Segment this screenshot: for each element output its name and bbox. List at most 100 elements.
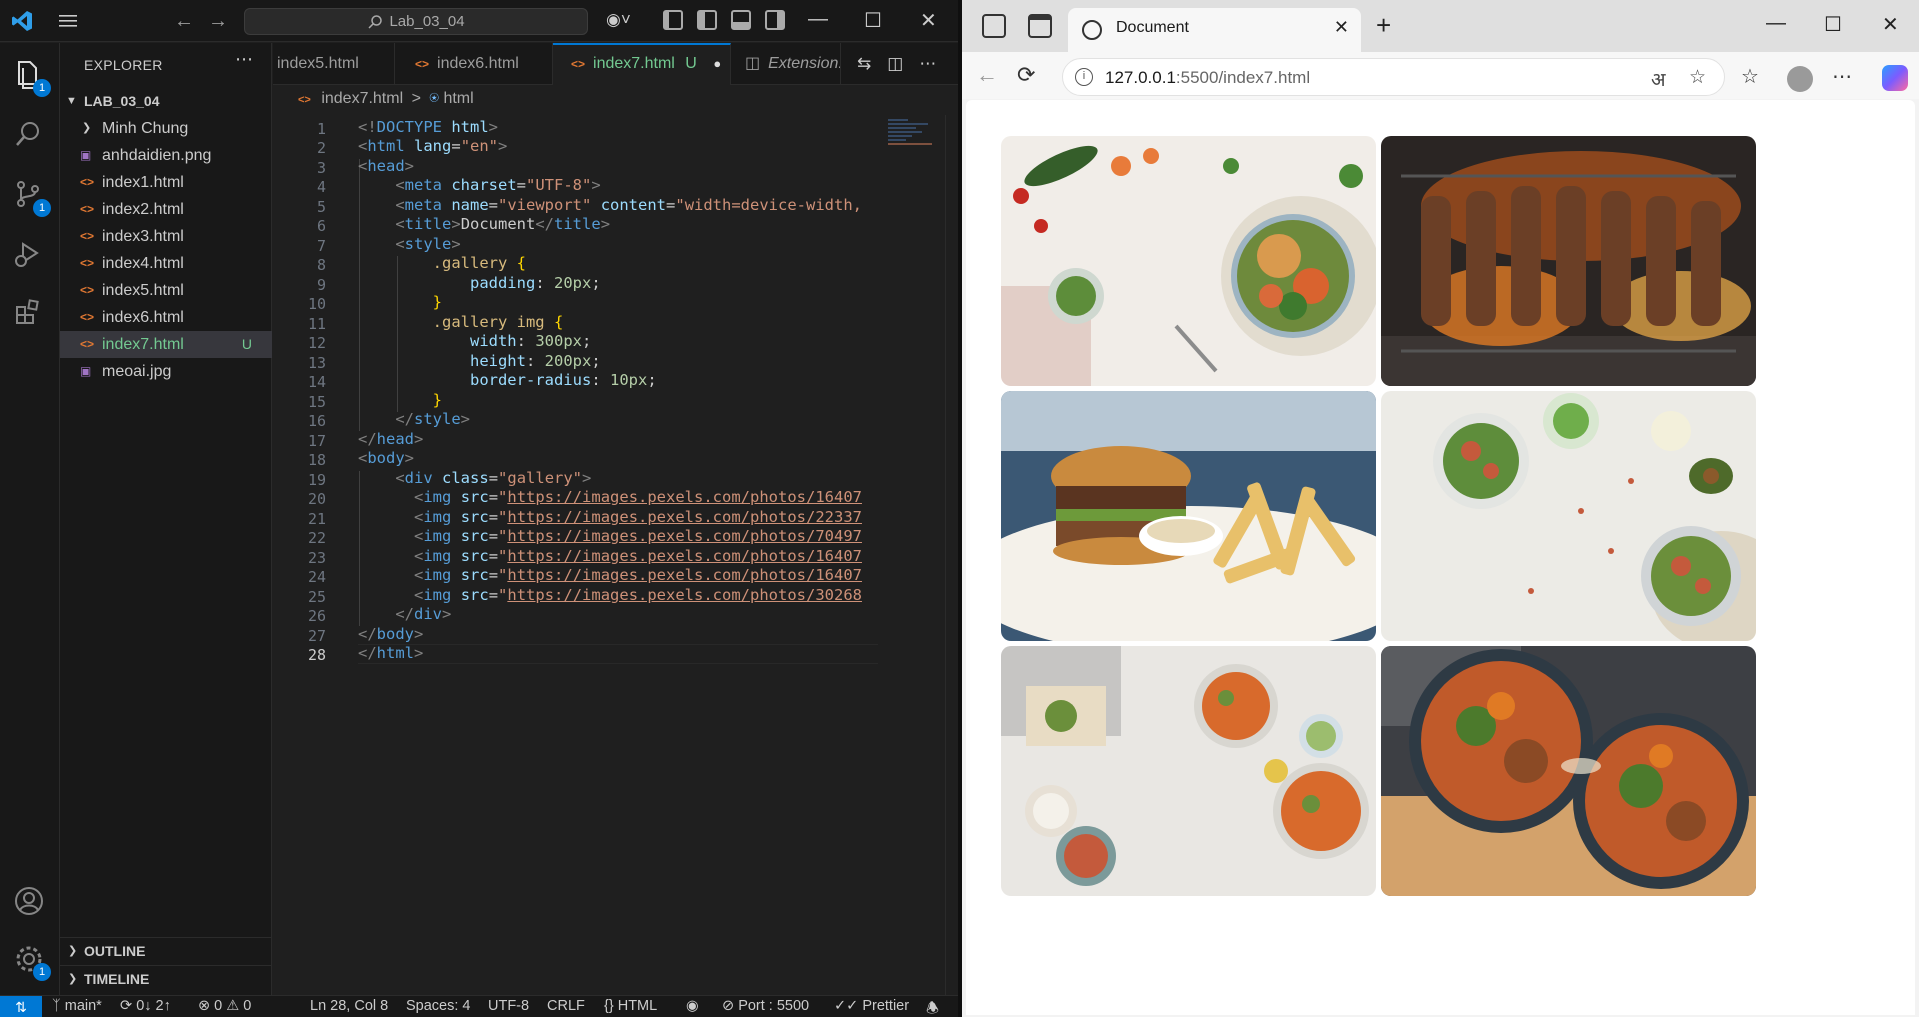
html-file-icon: <>: [80, 256, 95, 270]
workspace-folder-label: LAB_03_04: [84, 93, 160, 109]
split-editor-icon[interactable]: ◫: [887, 54, 903, 74]
tree-item-file[interactable]: <> index6.html: [60, 304, 272, 331]
tree-item-file[interactable]: <> index2.html: [60, 196, 272, 223]
prettier-status[interactable]: ✓✓ Prettier: [834, 998, 909, 1014]
tab-index5[interactable]: index5.html: [273, 43, 395, 85]
profile-avatar[interactable]: [1787, 66, 1813, 92]
menu-icon[interactable]: [57, 13, 79, 29]
tab-extension[interactable]: ◫ Extension:: [731, 43, 841, 85]
search-sidebar-icon[interactable]: [13, 119, 47, 153]
extensions-icon[interactable]: [13, 297, 47, 331]
read-aloud-icon[interactable]: अ: [1651, 66, 1666, 92]
branch-icon: ᛉ: [52, 998, 65, 1014]
source-control-icon[interactable]: 1: [13, 179, 51, 217]
favorite-star-icon[interactable]: ☆: [1689, 66, 1706, 89]
address-bar[interactable]: i 127.0.0.1:5500/index7.html अ ☆: [1062, 58, 1725, 96]
problems-status[interactable]: ⊗ 0 ⚠ 0: [198, 998, 251, 1014]
line-number: 3: [316, 159, 326, 177]
copilot-status-icon[interactable]: ◉: [686, 998, 699, 1014]
forward-icon[interactable]: →: [208, 11, 228, 31]
tree-item-file[interactable]: ▣ anhdaidien.png: [60, 142, 272, 169]
breadcrumb-file[interactable]: index7.html: [321, 90, 403, 107]
copilot-icon[interactable]: ◉˅: [606, 10, 631, 30]
accounts-icon[interactable]: [13, 885, 47, 919]
site-info-icon[interactable]: i: [1075, 68, 1093, 86]
tree-item-file[interactable]: <> index4.html: [60, 250, 272, 277]
git-branch[interactable]: ᛉ main*: [52, 998, 102, 1014]
tree-item-label: index7.html: [102, 336, 184, 353]
timeline-section[interactable]: ❯ TIMELINE: [60, 965, 272, 992]
minimize-icon[interactable]: —: [808, 8, 828, 31]
minimize-icon[interactable]: —: [1766, 12, 1786, 35]
tab-index7-active[interactable]: <> index7.html U ●: [553, 43, 731, 85]
code-line: <div class="gallery">: [395, 469, 592, 487]
toggle-sidebar-icon[interactable]: [697, 10, 717, 30]
html-file-icon: <>: [80, 337, 95, 351]
tab-index6[interactable]: <> index6.html: [395, 43, 553, 85]
line-number: 18: [307, 451, 326, 469]
code-line: <body>: [358, 449, 415, 467]
minimap-line: [888, 135, 912, 137]
line-number: 10: [307, 295, 326, 313]
line-number: 16: [307, 412, 326, 430]
outline-section[interactable]: ❯ OUTLINE: [60, 937, 272, 964]
favorites-icon[interactable]: ☆: [1741, 64, 1759, 89]
remote-indicator-icon[interactable]: ⇅: [0, 996, 42, 1017]
tree-item-folder[interactable]: ❯ Minh Chung: [60, 115, 272, 142]
toggle-secondary-sidebar-icon[interactable]: [765, 10, 785, 30]
live-server-port[interactable]: ⊘ Port : 5500: [722, 998, 809, 1014]
encoding[interactable]: UTF-8: [488, 998, 529, 1014]
line-number: 13: [307, 354, 326, 372]
unsaved-dot-icon[interactable]: ●: [713, 56, 721, 71]
workspace-folder[interactable]: ▼ LAB_03_04: [60, 88, 272, 115]
browser-tab-document[interactable]: Document ✕: [1068, 8, 1361, 52]
language-mode[interactable]: {} HTML: [604, 998, 657, 1014]
command-center-search[interactable]: Lab_03_04: [244, 8, 588, 35]
explorer-icon[interactable]: 1: [13, 59, 51, 97]
editor-scrollbar[interactable]: [945, 115, 957, 995]
close-icon[interactable]: ✕: [920, 8, 937, 33]
settings-more-icon[interactable]: ⋯: [1832, 64, 1852, 89]
notifications-bell-icon[interactable]: 🕭: [926, 998, 939, 1017]
sync-status[interactable]: ⟳ 0↓ 2↑: [120, 998, 171, 1014]
tree-item-file[interactable]: <> index1.html: [60, 169, 272, 196]
maximize-icon[interactable]: ☐: [864, 8, 882, 33]
back-icon[interactable]: ←: [976, 62, 998, 88]
tree-item-label: index3.html: [102, 228, 184, 245]
code-line: }: [432, 391, 442, 409]
indentation[interactable]: Spaces: 4: [406, 998, 471, 1014]
tab-actions-icon[interactable]: [1028, 14, 1052, 38]
new-tab-icon[interactable]: +: [1376, 12, 1391, 38]
tree-item-file[interactable]: <> index3.html: [60, 223, 272, 250]
cursor-position[interactable]: Ln 28, Col 8: [310, 998, 388, 1014]
manage-gear-icon[interactable]: 1: [13, 943, 51, 981]
end-of-line[interactable]: CRLF: [547, 998, 585, 1014]
customize-layout-icon[interactable]: [663, 10, 683, 30]
toggle-panel-icon[interactable]: [731, 10, 751, 30]
refresh-icon[interactable]: ⟳: [1017, 62, 1035, 88]
minimap[interactable]: [888, 119, 938, 179]
tree-item-file[interactable]: <> index5.html: [60, 277, 272, 304]
outline-label: OUTLINE: [84, 943, 146, 959]
maximize-icon[interactable]: ☐: [1824, 12, 1842, 37]
editor-actions: ⇆ ◫ ⋯: [857, 54, 936, 74]
run-debug-icon[interactable]: [13, 239, 47, 273]
close-window-icon[interactable]: ✕: [1882, 12, 1899, 37]
more-actions-icon[interactable]: ⋯: [235, 49, 253, 70]
gallery-image-burger-fries: [1001, 391, 1376, 641]
compare-changes-icon[interactable]: ⇆: [857, 54, 871, 74]
line-number: 19: [307, 471, 326, 489]
close-tab-icon[interactable]: ✕: [1334, 17, 1349, 38]
html-file-icon: <>: [80, 229, 95, 243]
tree-item-file[interactable]: ▣ meoai.jpg: [60, 358, 272, 385]
more-actions-icon[interactable]: ⋯: [919, 54, 936, 74]
workspaces-icon[interactable]: [982, 14, 1006, 38]
copilot-icon[interactable]: [1882, 65, 1908, 91]
html-file-icon: <>: [80, 310, 95, 324]
code-line: </html>: [358, 644, 424, 662]
tree-item-file-active[interactable]: <> index7.html U: [60, 331, 272, 358]
minimap-line: [888, 123, 928, 125]
code-line: <head>: [358, 157, 415, 175]
breadcrumb-node[interactable]: html: [443, 90, 473, 107]
back-icon[interactable]: ←: [174, 11, 194, 31]
